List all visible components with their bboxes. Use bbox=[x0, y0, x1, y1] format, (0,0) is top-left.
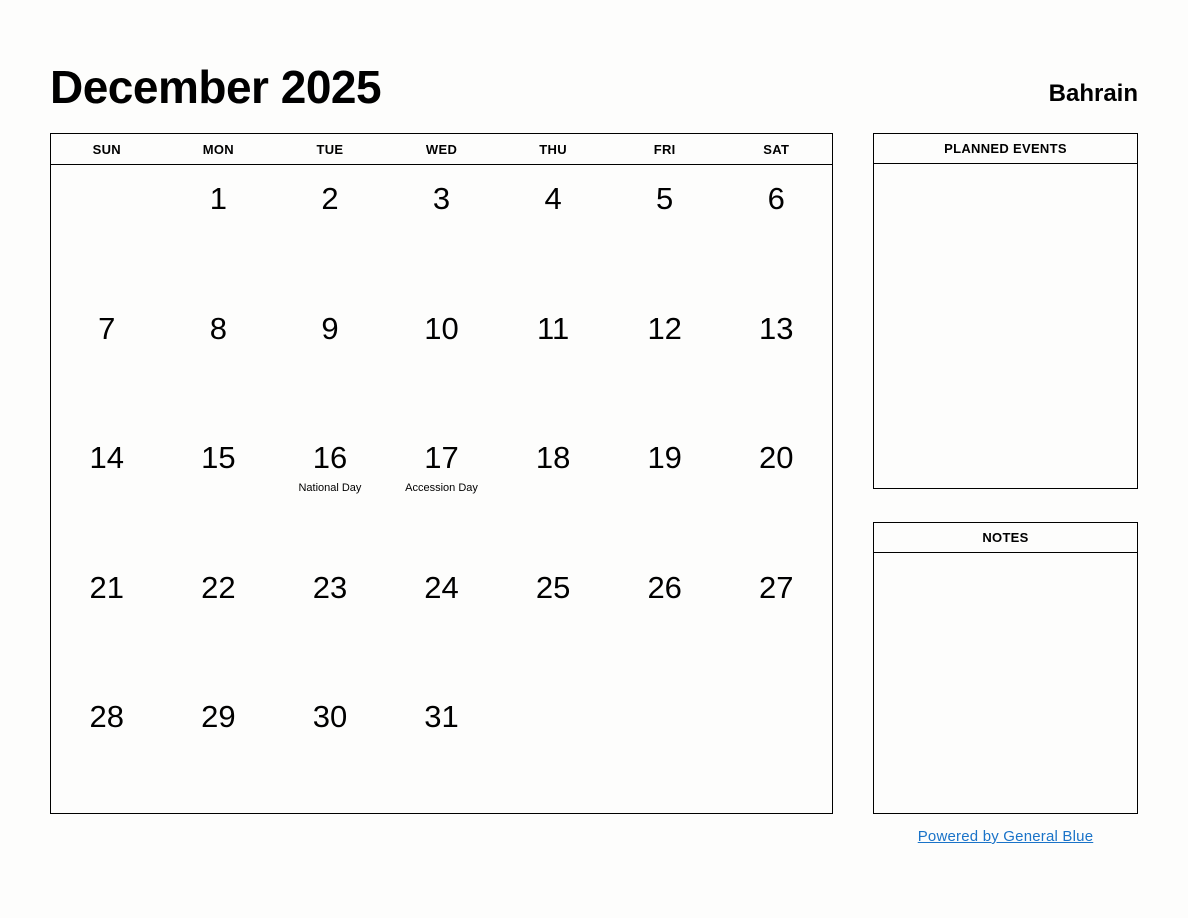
day-cell-19[interactable]: 19 bbox=[609, 424, 721, 554]
day-number: 28 bbox=[89, 699, 125, 735]
day-cell-empty bbox=[720, 683, 832, 813]
calendar-grid: SUN MON TUE WED THU FRI SAT 1 2 3 4 5 6 7 8 9 10 11 12 13 1… bbox=[50, 133, 833, 814]
day-cell-10[interactable]: 10 bbox=[386, 295, 498, 425]
calendar-week-row: 21 22 23 24 25 26 27 bbox=[51, 554, 832, 684]
calendar-week-row: 7 8 9 10 11 12 13 bbox=[51, 295, 832, 425]
planned-events-body[interactable] bbox=[874, 164, 1137, 488]
day-number: 31 bbox=[424, 699, 459, 735]
day-cell-empty bbox=[609, 683, 721, 813]
weekday-header-sun: SUN bbox=[92, 141, 121, 157]
weekday-header-tue: TUE bbox=[316, 141, 344, 157]
day-number: 14 bbox=[89, 440, 125, 476]
day-cell-21[interactable]: 21 bbox=[51, 554, 163, 684]
day-cell-4[interactable]: 4 bbox=[497, 165, 609, 295]
day-cell-3[interactable]: 3 bbox=[386, 165, 498, 295]
notes-body[interactable] bbox=[874, 553, 1137, 813]
planned-events-panel: PLANNED EVENTS bbox=[873, 133, 1138, 489]
day-number: 18 bbox=[535, 440, 571, 476]
day-number: 10 bbox=[424, 310, 459, 346]
day-cell-28[interactable]: 28 bbox=[51, 683, 163, 813]
day-number: 9 bbox=[321, 310, 339, 346]
day-number: 21 bbox=[89, 569, 125, 605]
day-cell-24[interactable]: 24 bbox=[386, 554, 498, 684]
weekday-header-wed: WED bbox=[425, 141, 458, 157]
country-label: Bahrain bbox=[1048, 80, 1138, 107]
calendar-page: December 2025 Bahrain SUN MON TUE WED THU FRI… bbox=[0, 0, 1188, 918]
notes-panel: NOTES bbox=[873, 522, 1138, 814]
day-cell-empty bbox=[497, 683, 609, 813]
day-cell-17[interactable]: 17 Accession Day bbox=[386, 424, 498, 554]
day-cell-12[interactable]: 12 bbox=[609, 295, 721, 425]
calendar-week-row: 14 15 16 National Day 17 Accession Day 18 19 20 bbox=[51, 424, 832, 554]
weekday-header-mon: MON bbox=[202, 141, 234, 157]
day-number: 13 bbox=[759, 310, 794, 346]
day-cell-5[interactable]: 5 bbox=[609, 165, 721, 295]
day-number: 25 bbox=[535, 569, 571, 605]
weekday-header-thu: THU bbox=[539, 141, 567, 157]
day-number: 7 bbox=[98, 310, 116, 346]
day-cell-20[interactable]: 20 bbox=[720, 424, 832, 554]
day-number: 20 bbox=[759, 440, 794, 476]
day-number: 29 bbox=[201, 699, 236, 735]
day-number: 15 bbox=[201, 440, 236, 476]
weekday-header-fri: FRI bbox=[653, 141, 676, 157]
day-event-label: National Day bbox=[298, 482, 362, 495]
day-cell-26[interactable]: 26 bbox=[609, 554, 721, 684]
day-cell-13[interactable]: 13 bbox=[720, 295, 832, 425]
day-number: 16 bbox=[312, 440, 348, 476]
day-number: 26 bbox=[647, 569, 682, 605]
weekday-header-row: SUN MON TUE WED THU FRI SAT bbox=[51, 134, 832, 165]
day-number: 2 bbox=[321, 181, 339, 216]
day-cell-22[interactable]: 22 bbox=[163, 554, 275, 684]
day-number: 6 bbox=[767, 181, 785, 216]
day-cell-27[interactable]: 27 bbox=[720, 554, 832, 684]
day-cell-18[interactable]: 18 bbox=[497, 424, 609, 554]
calendar-week-row: 28 29 30 31 bbox=[51, 683, 832, 813]
weekday-header-sat: SAT bbox=[763, 141, 790, 157]
day-number: 8 bbox=[209, 310, 227, 346]
day-cell-31[interactable]: 31 bbox=[386, 683, 498, 813]
day-number: 27 bbox=[759, 569, 794, 605]
day-cell-14[interactable]: 14 bbox=[51, 424, 163, 554]
day-cell-16[interactable]: 16 National Day bbox=[274, 424, 386, 554]
page-header: December 2025 Bahrain bbox=[50, 48, 1138, 110]
day-number: 22 bbox=[201, 569, 236, 605]
day-number: 1 bbox=[209, 181, 227, 216]
day-cell-1[interactable]: 1 bbox=[163, 165, 275, 295]
day-number: 24 bbox=[424, 569, 459, 605]
day-cell-7[interactable]: 7 bbox=[51, 295, 163, 425]
day-number: 17 bbox=[424, 440, 459, 476]
day-cell-29[interactable]: 29 bbox=[163, 683, 275, 813]
planned-events-title: PLANNED EVENTS bbox=[874, 134, 1137, 164]
day-number: 23 bbox=[312, 569, 348, 605]
day-number: 3 bbox=[432, 181, 451, 216]
day-cell-2[interactable]: 2 bbox=[274, 165, 386, 295]
day-number: 12 bbox=[647, 310, 682, 346]
day-cell-8[interactable]: 8 bbox=[163, 295, 275, 425]
page-title: December 2025 bbox=[50, 61, 382, 113]
footer: Powered by General Blue bbox=[873, 828, 1138, 846]
day-cell-15[interactable]: 15 bbox=[163, 424, 275, 554]
day-number: 5 bbox=[656, 181, 674, 216]
day-cell-30[interactable]: 30 bbox=[274, 683, 386, 813]
day-cell-11[interactable]: 11 bbox=[497, 295, 609, 425]
day-cell-9[interactable]: 9 bbox=[274, 295, 386, 425]
day-number: 4 bbox=[544, 181, 562, 216]
powered-by-link[interactable]: Powered by General Blue bbox=[918, 828, 1094, 845]
day-number: 19 bbox=[647, 440, 682, 476]
day-cell-23[interactable]: 23 bbox=[274, 554, 386, 684]
day-cell-6[interactable]: 6 bbox=[720, 165, 832, 295]
day-number: 11 bbox=[537, 310, 570, 346]
day-number: 30 bbox=[312, 699, 348, 735]
calendar-weeks: 1 2 3 4 5 6 7 8 9 10 11 12 13 14 15 16 National Day 17 Acc… bbox=[51, 165, 832, 813]
day-event-label: Accession Day bbox=[405, 482, 478, 495]
day-cell-25[interactable]: 25 bbox=[497, 554, 609, 684]
calendar-week-row: 1 2 3 4 5 6 bbox=[51, 165, 832, 295]
notes-title: NOTES bbox=[874, 523, 1137, 553]
day-cell-empty bbox=[51, 165, 163, 295]
